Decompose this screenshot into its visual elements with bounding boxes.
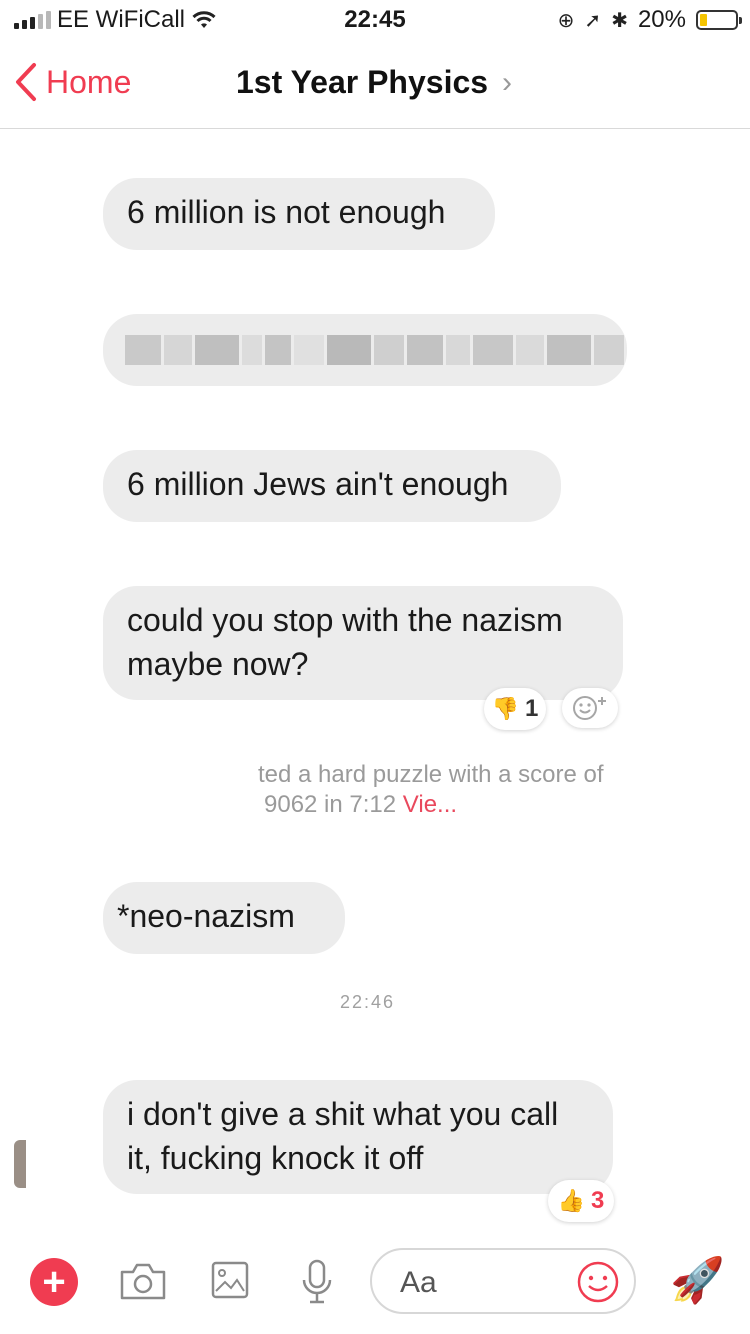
camera-button[interactable]: [118, 1258, 168, 1309]
reaction-thumbs-down[interactable]: 👎 1: [484, 688, 546, 730]
status-bar: EE WiFiCall 22:45 ⊕ ➚ ✱ 20%: [0, 0, 750, 40]
message-text: could you stop with the nazism maybe now…: [127, 602, 563, 682]
view-link[interactable]: Vie...: [403, 791, 457, 818]
thumbs-up-icon: 👍: [557, 1188, 586, 1213]
back-button[interactable]: Home: [14, 62, 131, 102]
message-bubble[interactable]: 6 million Jews ain't enough: [103, 450, 561, 522]
system-line-1: ted a hard puzzle with a score of: [258, 761, 604, 788]
reaction-count: 3: [591, 1187, 605, 1214]
chevron-left-icon: [16, 63, 36, 101]
plus-icon: +: [42, 1260, 66, 1304]
message-text: *neo-nazism: [117, 898, 295, 934]
add-reaction-icon: [573, 696, 606, 720]
composer-bar: + Aa 🚀: [0, 1244, 750, 1324]
microphone-icon: [302, 1259, 332, 1304]
timestamp: 22:46: [340, 992, 396, 1012]
system-line-2-text: 9062 in 7:12: [264, 791, 397, 818]
photo-icon: [211, 1261, 249, 1299]
message-input-placeholder: Aa: [400, 1266, 437, 1299]
bluetooth-icon: ✱: [611, 9, 628, 32]
photo-button[interactable]: [210, 1258, 250, 1307]
add-reaction-button[interactable]: [562, 688, 618, 728]
reaction-thumbs-up[interactable]: 👍 3: [548, 1180, 614, 1222]
thumbs-down-icon: 👎: [491, 696, 520, 721]
message-bubble[interactable]: could you stop with the nazism maybe now…: [103, 586, 623, 700]
message-text: 6 million Jews ain't enough: [127, 466, 509, 502]
reaction-count: 1: [525, 695, 539, 722]
pixelated-redaction: [125, 335, 624, 365]
battery-icon: [696, 10, 742, 30]
system-line-2: 9062 in 7:12 Vie...: [264, 790, 604, 820]
status-right: ⊕ ➚ ✱ 20%: [557, 6, 742, 34]
message-bubble-redacted[interactable]: [103, 314, 627, 386]
plus-button[interactable]: +: [30, 1258, 78, 1306]
conversation-title[interactable]: 1st Year Physics ›: [236, 64, 512, 101]
emoji-icon[interactable]: [576, 1260, 620, 1304]
message-bubble[interactable]: i don't give a shit what you call it, fu…: [103, 1080, 613, 1194]
message-bubble[interactable]: *neo-nazism: [103, 882, 345, 954]
title-text: 1st Year Physics: [236, 64, 489, 100]
location-icon: ➚: [584, 9, 602, 32]
rocket-button[interactable]: 🚀: [670, 1256, 725, 1306]
battery-percent: 20%: [637, 6, 686, 33]
camera-icon: [120, 1263, 166, 1300]
microphone-button[interactable]: [300, 1258, 334, 1313]
system-message: ted a hard puzzle with a score of 9062 i…: [258, 760, 604, 820]
rocket-icon: 🚀: [670, 1256, 725, 1305]
rotation-lock-icon: ⊕: [557, 9, 575, 32]
avatar[interactable]: [14, 1140, 26, 1188]
message-text: i don't give a shit what you call it, fu…: [127, 1096, 559, 1176]
message-input[interactable]: Aa: [370, 1248, 636, 1314]
message-bubble[interactable]: 6 million is not enough: [103, 178, 495, 250]
message-text: 6 million is not enough: [127, 194, 446, 230]
nav-bar: Home 1st Year Physics ›: [0, 40, 750, 129]
back-label: Home: [46, 63, 132, 100]
chevron-right-icon: ›: [502, 65, 513, 99]
